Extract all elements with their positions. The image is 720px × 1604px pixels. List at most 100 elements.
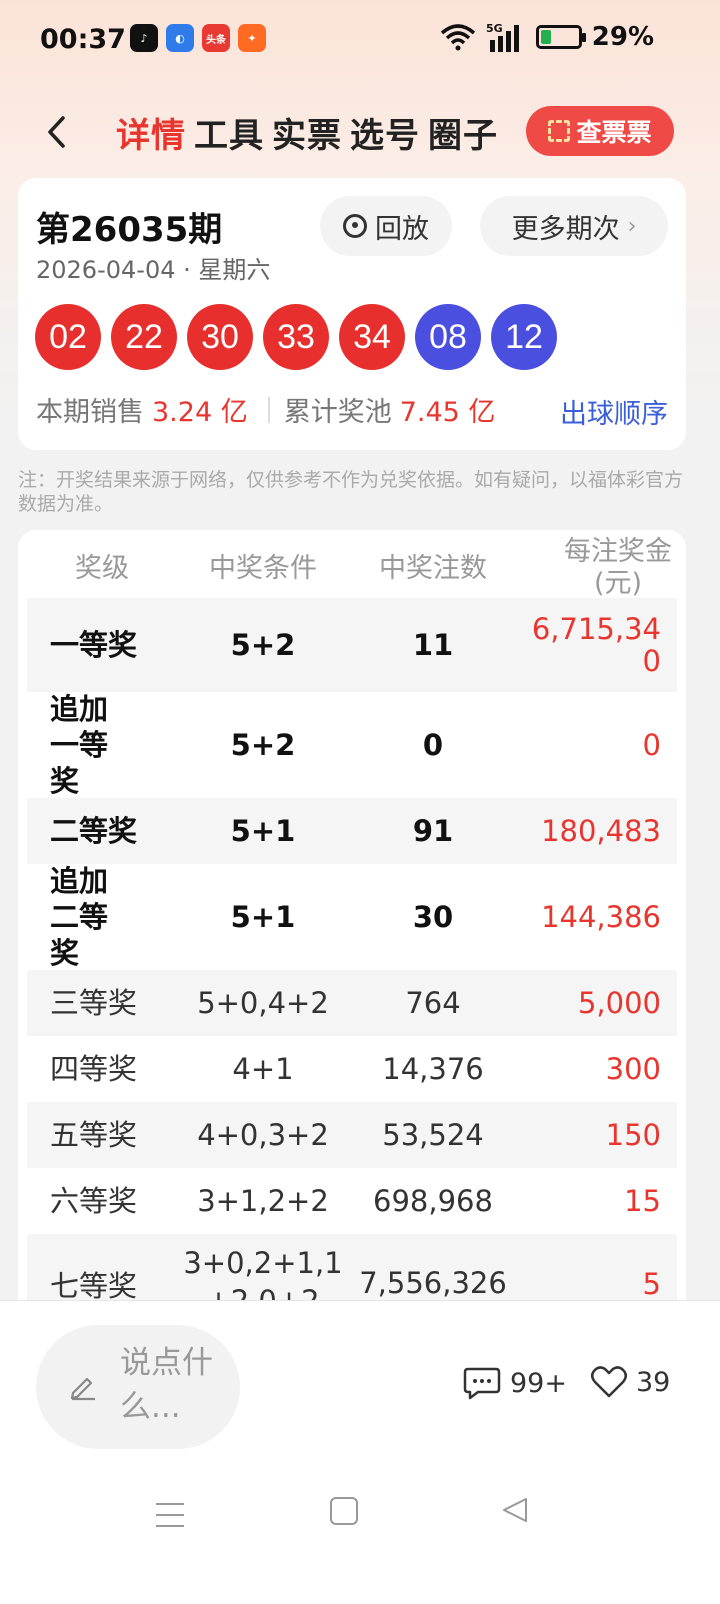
more-issues-button[interactable]: 更多期次 › bbox=[480, 196, 668, 256]
comment-count: 99+ bbox=[510, 1367, 567, 1399]
more-issues-label: 更多期次 bbox=[511, 213, 620, 245]
cell-amount: 15 bbox=[624, 1184, 661, 1218]
svg-text:5G: 5G bbox=[486, 22, 503, 35]
cell-condition: 3+1,2+2 bbox=[197, 1184, 329, 1218]
top-nav: 详情 工具 实票 选号 圈子 查票票 bbox=[0, 100, 720, 164]
red-ball: 33 bbox=[263, 304, 329, 370]
battery-icon bbox=[535, 25, 586, 49]
browser-app-icon: ◐ bbox=[166, 24, 194, 52]
check-ticket-label: 查票票 bbox=[576, 118, 652, 147]
red-ball: 30 bbox=[187, 304, 253, 370]
pencil-icon bbox=[70, 1377, 95, 1401]
toutiao-app-icon: 头条 bbox=[202, 24, 230, 52]
pool-value: 7.45 亿 bbox=[399, 397, 496, 428]
replay-button[interactable]: 回放 bbox=[320, 196, 452, 256]
cell-amount: 6,715,340 bbox=[531, 612, 661, 678]
table-row: 六等奖 3+1,2+2 698,968 15 bbox=[27, 1168, 677, 1234]
cell-amount: 300 bbox=[605, 1052, 661, 1086]
cell-level: 六等奖 bbox=[50, 1184, 138, 1218]
sales-label: 本期销售 bbox=[36, 397, 144, 428]
cell-condition: 5+2 bbox=[230, 628, 296, 662]
system-nav-bar bbox=[0, 1489, 720, 1553]
cell-amount: 0 bbox=[642, 728, 661, 762]
chevron-left-icon bbox=[48, 116, 65, 148]
draw-date: 2026-04-04 · 星期六 bbox=[36, 256, 271, 284]
winning-numbers: 02 22 30 33 34 08 12 bbox=[35, 304, 557, 370]
cell-condition: 5+1 bbox=[230, 900, 296, 934]
cell-condition: 5+2 bbox=[230, 728, 296, 762]
table-row: 三等奖 5+0,4+2 764 5,000 bbox=[27, 970, 677, 1036]
disclaimer-note: 注：开奖结果来源于网络，仅供参考不作为兑奖依据。如有疑问，以福体彩官方数据为准。 bbox=[18, 469, 684, 515]
header-level: 奖级 bbox=[75, 553, 129, 584]
header-count: 中奖注数 bbox=[379, 553, 487, 584]
red-ball: 02 bbox=[35, 304, 101, 370]
table-row: 五等奖 4+0,3+2 53,524 150 bbox=[27, 1102, 677, 1168]
tab-circle[interactable]: 圈子 bbox=[426, 108, 500, 157]
sales-info: 本期销售 3.24 亿 累计奖池 7.45 亿 bbox=[36, 390, 501, 429]
blue-ball: 12 bbox=[491, 304, 557, 370]
like-button[interactable]: 39 bbox=[590, 1365, 670, 1399]
bottom-bar: 说点什么... 99+ 39 bbox=[0, 1300, 720, 1604]
back-button[interactable] bbox=[36, 110, 76, 154]
back-triangle-icon[interactable] bbox=[500, 1495, 530, 1525]
cell-count: 53,524 bbox=[382, 1118, 484, 1152]
cell-amount: 5,000 bbox=[577, 986, 661, 1020]
cell-condition: 3+0,2+1,1+2,0+2 bbox=[183, 1246, 343, 1300]
comment-input-button[interactable]: 说点什么... bbox=[36, 1325, 240, 1449]
taobao-app-icon: ✦ bbox=[238, 24, 266, 52]
divider bbox=[267, 396, 270, 423]
signal-5g-icon: 5G bbox=[486, 22, 519, 52]
douyin-app-icon: ♪ bbox=[130, 24, 158, 52]
comments-button[interactable]: 99+ bbox=[462, 1365, 567, 1401]
chevron-right-icon: › bbox=[627, 213, 637, 239]
tab-bar: 详情 工具 实票 选号 圈子 bbox=[114, 108, 500, 157]
cell-count: 0 bbox=[422, 728, 444, 762]
tab-tools[interactable]: 工具 bbox=[192, 108, 266, 157]
cell-count: 764 bbox=[405, 986, 461, 1020]
cell-condition: 4+0,3+2 bbox=[197, 1118, 329, 1152]
cell-amount: 180,483 bbox=[541, 814, 661, 848]
notification-icons: ♪ ◐ 头条 ✦ bbox=[130, 24, 266, 52]
cell-count: 11 bbox=[412, 628, 454, 662]
tab-real-tickets[interactable]: 实票 bbox=[270, 108, 344, 157]
table-row: 追加一等奖 5+2 0 0 bbox=[27, 692, 677, 798]
cell-condition: 5+1 bbox=[230, 814, 296, 848]
cell-amount: 144,386 bbox=[541, 900, 661, 934]
cell-level: 七等奖 bbox=[50, 1269, 138, 1300]
cell-amount: 5 bbox=[642, 1267, 661, 1300]
heart-icon bbox=[591, 1366, 627, 1398]
cell-level: 追加一等奖 bbox=[50, 692, 109, 798]
tab-pick-numbers[interactable]: 选号 bbox=[348, 108, 422, 157]
battery-percent: 29% bbox=[591, 22, 654, 52]
cell-condition: 5+0,4+2 bbox=[197, 986, 329, 1020]
cell-count: 91 bbox=[412, 814, 454, 848]
table-row: 二等奖 5+1 91 180,483 bbox=[27, 798, 677, 864]
header-amount: 每注奖金(元) bbox=[564, 536, 672, 599]
check-ticket-button[interactable]: 查票票 bbox=[526, 106, 674, 156]
cell-amount: 150 bbox=[605, 1118, 661, 1152]
wifi-icon bbox=[440, 24, 475, 51]
red-ball: 34 bbox=[339, 304, 405, 370]
sales-value: 3.24 亿 bbox=[152, 397, 248, 428]
scan-icon bbox=[548, 120, 571, 142]
table-header: 奖级 中奖条件 中奖注数 每注奖金(元) bbox=[18, 530, 686, 599]
ball-order-link[interactable]: 出球顺序 bbox=[560, 392, 668, 431]
tab-details[interactable]: 详情 bbox=[114, 108, 188, 157]
menu-icon[interactable] bbox=[156, 1503, 184, 1527]
cell-level: 四等奖 bbox=[50, 1052, 138, 1086]
draw-result-card: 第26035期 2026-04-04 · 星期六 回放 更多期次 › 02 22… bbox=[18, 178, 686, 450]
comment-icon bbox=[463, 1367, 501, 1400]
replay-label: 回放 bbox=[375, 213, 429, 245]
blue-ball: 08 bbox=[415, 304, 481, 370]
like-count: 39 bbox=[636, 1366, 671, 1398]
table-row: 追加二等奖 5+1 30 144,386 bbox=[27, 864, 677, 970]
prize-table: 奖级 中奖条件 中奖注数 每注奖金(元) 一等奖 5+2 11 6,715,34… bbox=[18, 530, 686, 1300]
cell-level: 一等奖 bbox=[50, 628, 138, 662]
home-icon[interactable] bbox=[330, 1497, 358, 1525]
cell-count: 698,968 bbox=[373, 1184, 493, 1218]
replay-icon bbox=[343, 214, 367, 238]
cell-level: 追加二等奖 bbox=[50, 864, 109, 970]
red-ball: 22 bbox=[111, 304, 177, 370]
cell-level: 三等奖 bbox=[50, 986, 138, 1020]
cell-condition: 4+1 bbox=[232, 1052, 294, 1086]
